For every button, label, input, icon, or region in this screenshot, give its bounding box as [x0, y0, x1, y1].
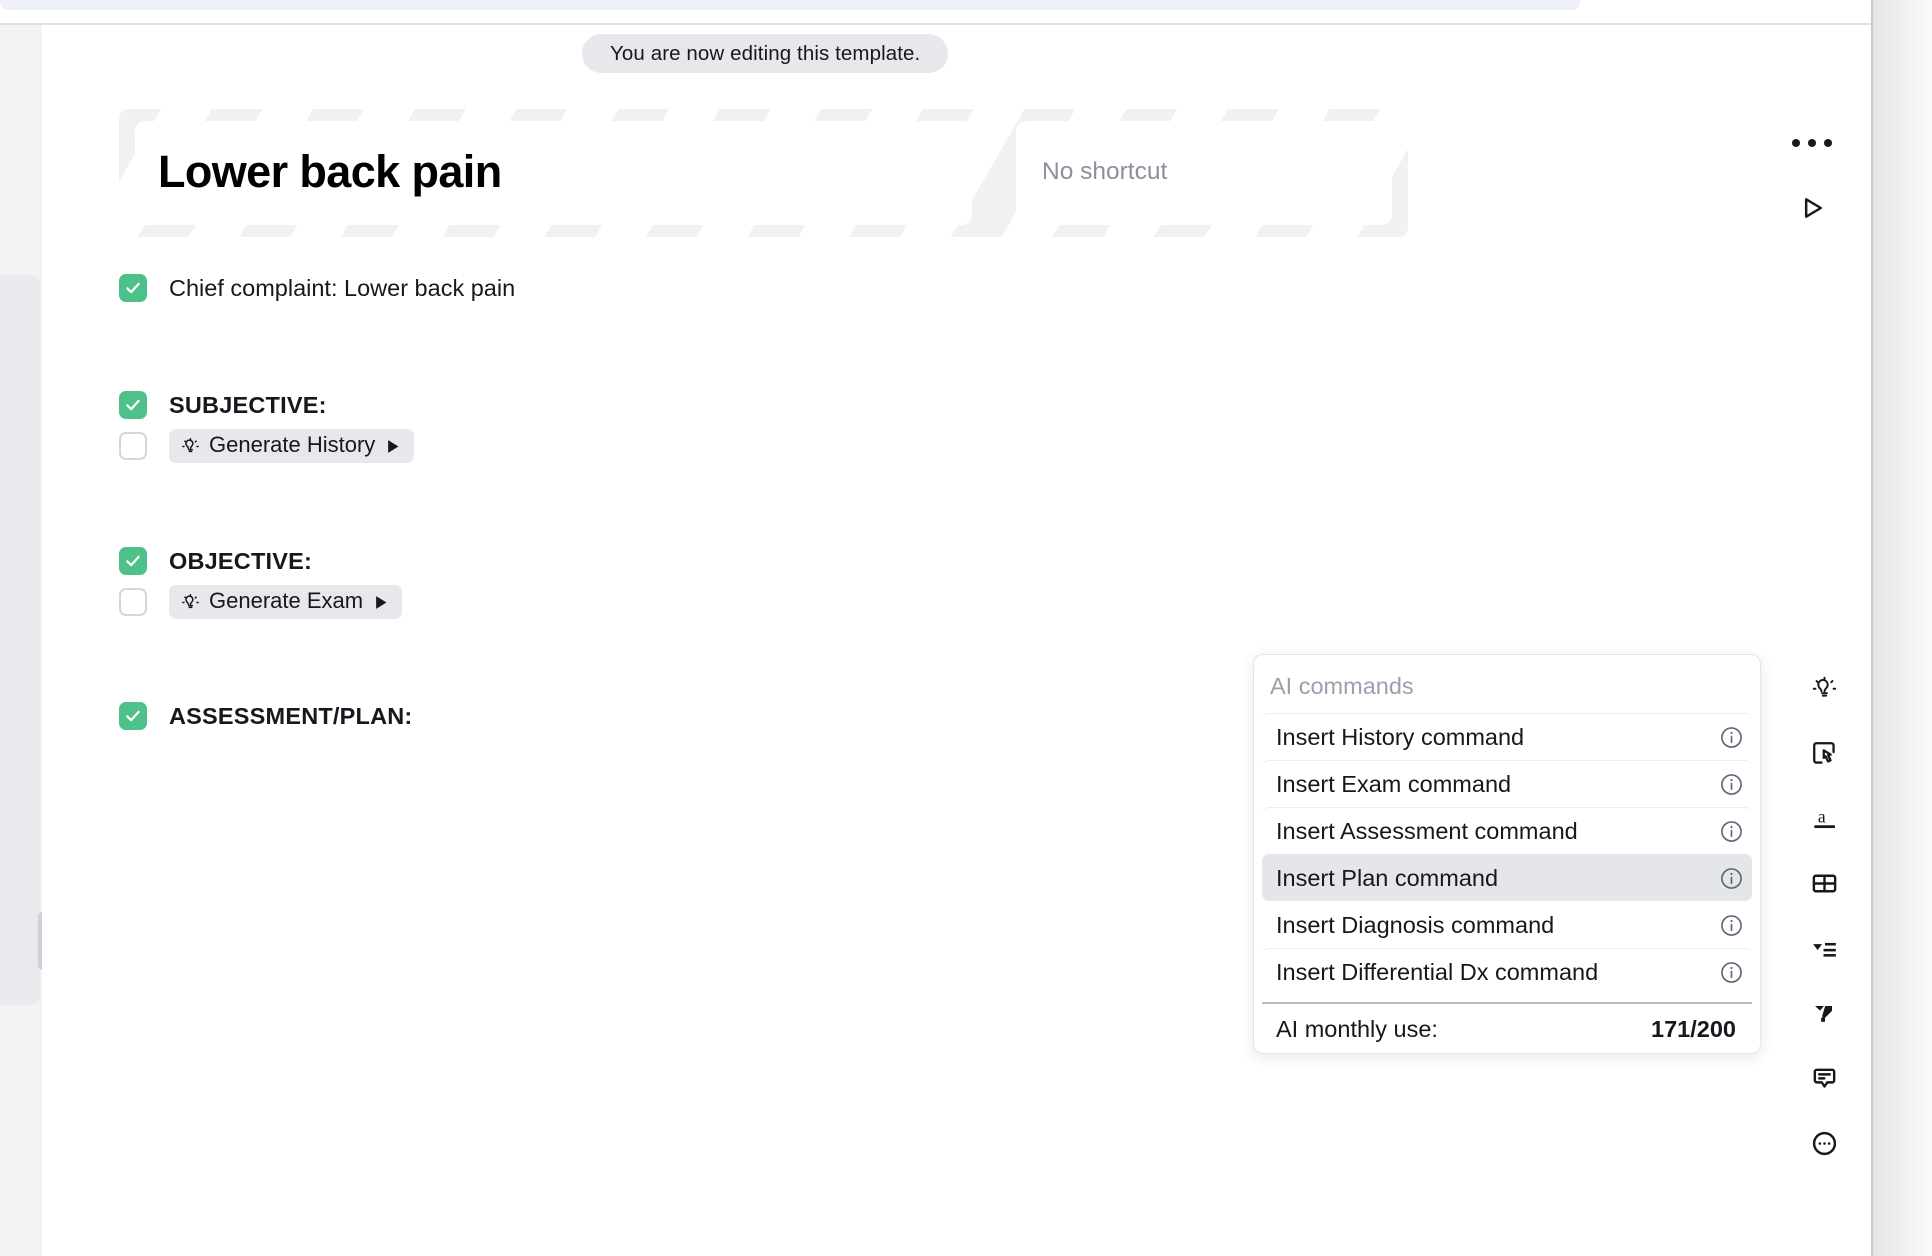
left-rail [0, 25, 42, 1256]
info-circle-icon[interactable] [1719, 725, 1744, 750]
ai-command-label: Insert Assessment command [1276, 817, 1578, 844]
info-circle-icon[interactable] [1719, 819, 1744, 844]
ai-command-insert-exam[interactable]: Insert Exam command [1262, 760, 1752, 807]
outline-row-chief-complaint[interactable]: Chief complaint: Lower back pain [119, 274, 515, 302]
ai-command-label: Insert Diagnosis command [1276, 911, 1555, 938]
lightbulb-icon [182, 593, 199, 608]
rail-button-insert-table[interactable] [1802, 861, 1846, 905]
generate-history-chip[interactable]: Generate History [169, 429, 415, 463]
lightbulb-icon [1812, 676, 1836, 697]
info-circle-icon[interactable] [1719, 866, 1744, 891]
rail-button-comment[interactable] [1802, 1056, 1846, 1100]
ai-command-insert-plan[interactable]: Insert Plan command [1262, 854, 1752, 901]
checkbox-generate-history[interactable] [119, 432, 147, 460]
checkbox-subjective[interactable] [119, 391, 147, 419]
checkbox-objective[interactable] [119, 547, 147, 575]
outline-label-assessment-plan: ASSESSMENT/PLAN: [169, 702, 413, 729]
outline-label-objective: OBJECTIVE: [169, 547, 313, 574]
comment-bubble-icon [1813, 1068, 1835, 1088]
template-shortcut-input[interactable]: No shortcut [1042, 157, 1167, 187]
app-root: You are now editing this template. Lower… [0, 0, 1932, 1256]
browser-toolbar-strip [0, 10, 1872, 23]
ai-monthly-use-value: 171/200 [1651, 1016, 1736, 1042]
rail-button-more[interactable] [1802, 1121, 1846, 1165]
ai-commands-header: AI commands [1270, 673, 1414, 699]
browser-tab-strip [0, 0, 1580, 10]
ai-command-label: Insert Exam command [1276, 770, 1512, 797]
info-circle-icon[interactable] [1719, 772, 1744, 797]
check-icon [126, 710, 140, 722]
check-icon [126, 399, 140, 411]
right-toolbar-rail: a [1780, 0, 1872, 1256]
check-icon [126, 282, 140, 294]
ai-monthly-use-footer: AI monthly use: 171/200 [1262, 1002, 1752, 1047]
lightning-icon [1814, 1005, 1832, 1022]
ai-command-label: Insert Differential Dx command [1276, 958, 1599, 985]
info-circle-icon[interactable] [1719, 960, 1744, 985]
generate-exam-label: Generate Exam [209, 588, 364, 613]
ai-command-insert-assessment[interactable]: Insert Assessment command [1262, 807, 1752, 854]
generate-history-label: Generate History [209, 432, 376, 457]
outline-label-subjective: SUBJECTIVE: [169, 391, 327, 418]
rail-button-shortcut-snippet[interactable] [1802, 991, 1846, 1035]
play-filled-icon [388, 439, 399, 453]
info-circle-icon[interactable] [1719, 913, 1744, 938]
checkbox-chief-complaint[interactable] [119, 274, 147, 302]
desktop-background [1873, 0, 1932, 1256]
outline-label-chief-complaint: Chief complaint: Lower back pain [169, 274, 516, 301]
outline-row-assessment-plan[interactable]: ASSESSMENT/PLAN: [119, 702, 412, 730]
editing-toast-text: You are now editing this template. [610, 41, 921, 65]
generate-exam-chip[interactable]: Generate Exam [169, 585, 403, 619]
ai-command-insert-diagnosis[interactable]: Insert Diagnosis command [1262, 901, 1752, 948]
rail-button-text-format[interactable]: a [1802, 796, 1846, 840]
ai-monthly-use-label: AI monthly use: [1276, 1016, 1438, 1042]
left-rail-panel [0, 275, 40, 1005]
play-filled-icon [376, 595, 387, 609]
rail-button-ai-suggestions[interactable] [1802, 666, 1846, 710]
checkbox-assessment-plan[interactable] [119, 702, 147, 730]
outline-row-subjective[interactable]: SUBJECTIVE: [119, 391, 327, 419]
template-title[interactable]: Lower back pain [158, 141, 502, 203]
table-icon [1812, 874, 1836, 892]
check-icon [126, 555, 140, 567]
outline-row-objective[interactable]: OBJECTIVE: [119, 547, 312, 575]
outline-row-generate-exam[interactable]: Generate Exam [119, 585, 403, 619]
editing-toast: You are now editing this template. [582, 34, 949, 73]
ai-command-label: Insert Plan command [1276, 864, 1499, 891]
ai-command-label: Insert History command [1276, 723, 1525, 750]
ellipsis-circle-icon [1812, 1131, 1836, 1155]
ai-commands-panel: AI commands Insert History command Inser… [1253, 654, 1761, 1054]
ai-command-insert-history[interactable]: Insert History command [1262, 713, 1752, 760]
rail-button-interactive-element[interactable] [1802, 731, 1846, 775]
checkbox-generate-exam[interactable] [119, 588, 147, 616]
lightbulb-icon [182, 437, 199, 452]
svg-text:a: a [1817, 806, 1825, 826]
rail-button-dropdown-list[interactable] [1802, 926, 1846, 970]
dropdown-list-icon [1812, 942, 1836, 957]
tap-box-icon [1812, 741, 1835, 764]
outline-row-generate-history[interactable]: Generate History [119, 429, 415, 463]
letter-a-underline-icon: a [1813, 806, 1835, 828]
ai-command-insert-differential-dx[interactable]: Insert Differential Dx command [1262, 948, 1752, 995]
